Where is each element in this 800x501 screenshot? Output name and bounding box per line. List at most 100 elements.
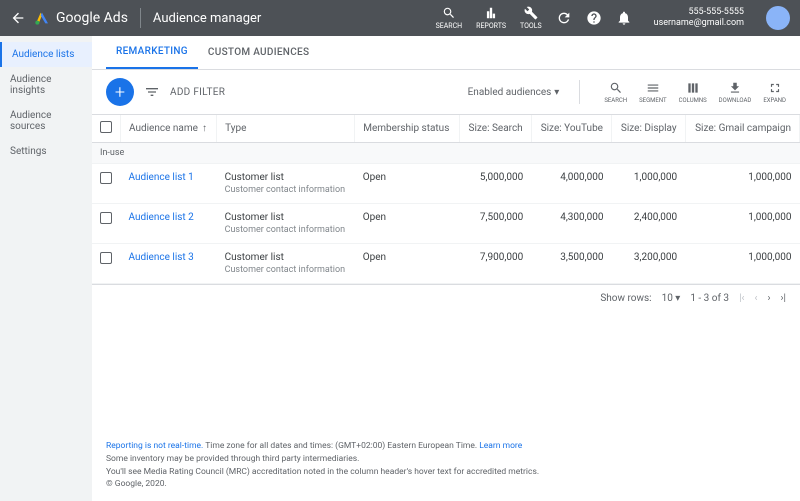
header-tools-button[interactable]: TOOLS bbox=[520, 6, 542, 30]
header-search-button[interactable]: SEARCH bbox=[436, 6, 463, 30]
divider bbox=[140, 8, 141, 28]
size-gmail-cell: 1,000,000 bbox=[685, 244, 799, 284]
type-sub: Customer contact information bbox=[225, 265, 347, 275]
account-email: username@gmail.com bbox=[654, 18, 744, 29]
size-display-cell: 1,000,000 bbox=[611, 164, 685, 204]
size-gmail-cell: 1,000,000 bbox=[685, 204, 799, 244]
toolbar-columns-button[interactable]: COLUMNS bbox=[679, 81, 707, 104]
section-row: In-use bbox=[92, 143, 800, 164]
audience-name-link[interactable]: Audience list 2 bbox=[129, 212, 194, 223]
sidebar-item-audience-insights[interactable]: Audience insights bbox=[0, 67, 92, 103]
refresh-icon bbox=[556, 10, 572, 26]
tab-remarketing[interactable]: REMARKETING bbox=[106, 36, 198, 69]
search-icon bbox=[609, 81, 623, 95]
refresh-button[interactable] bbox=[556, 10, 572, 26]
size-display-cell: 2,400,000 bbox=[611, 204, 685, 244]
table-row: Audience list 2 Customer list Customer con… bbox=[92, 204, 800, 244]
col-gmail[interactable]: Size: Gmail campaign bbox=[685, 115, 799, 143]
col-type[interactable]: Type bbox=[217, 115, 355, 143]
enabled-audiences-dropdown[interactable]: Enabled audiences▾ bbox=[468, 87, 560, 98]
product-logo[interactable]: Google Ads bbox=[34, 10, 128, 26]
columns-icon bbox=[686, 81, 700, 95]
expand-icon bbox=[768, 81, 782, 95]
col-youtube[interactable]: Size: YouTube bbox=[531, 115, 611, 143]
select-all-checkbox[interactable] bbox=[100, 121, 112, 133]
size-gmail-cell: 1,000,000 bbox=[685, 164, 799, 204]
footer: Reporting is not real-time. Time zone fo… bbox=[92, 430, 800, 501]
add-button[interactable]: + bbox=[106, 78, 134, 106]
chevron-down-icon: ▾ bbox=[554, 87, 559, 98]
col-name[interactable]: Audience name↑ bbox=[121, 115, 217, 143]
learn-more-link[interactable]: Learn more bbox=[479, 441, 522, 451]
type-sub: Customer contact information bbox=[225, 185, 347, 195]
filter-icon bbox=[144, 84, 160, 100]
sidebar-item-audience-sources[interactable]: Audience sources bbox=[0, 103, 92, 139]
divider bbox=[579, 80, 580, 104]
footer-line-2: Some inventory may be provided through t… bbox=[106, 453, 786, 466]
segment-icon bbox=[646, 81, 660, 95]
toolbar-segment-button[interactable]: SEGMENT bbox=[639, 81, 666, 104]
footer-line-3: You'll see Media Rating Council (MRC) ac… bbox=[106, 466, 786, 479]
type-main: Customer list bbox=[225, 252, 347, 263]
row-checkbox[interactable] bbox=[100, 212, 112, 224]
audience-table: Audience name↑ Type Membership status Si… bbox=[92, 115, 800, 284]
tabs: REMARKETING CUSTOM AUDIENCES bbox=[92, 36, 800, 70]
size-youtube-cell: 3,500,000 bbox=[531, 244, 611, 284]
type-sub: Customer contact information bbox=[225, 225, 347, 235]
back-arrow-icon[interactable] bbox=[10, 10, 26, 26]
table-header: Audience name↑ Type Membership status Si… bbox=[92, 115, 800, 143]
help-button[interactable] bbox=[586, 10, 602, 26]
first-page-button[interactable]: |‹ bbox=[739, 293, 744, 304]
pagination: Show rows: 10 ▾ 1 - 3 of 3 |‹ ‹ › ›| bbox=[92, 284, 800, 312]
next-page-button[interactable]: › bbox=[768, 293, 771, 304]
google-ads-icon bbox=[34, 10, 50, 26]
toolbar-expand-button[interactable]: EXPAND bbox=[763, 81, 786, 104]
page-range: 1 - 3 of 3 bbox=[690, 293, 729, 304]
type-main: Customer list bbox=[225, 212, 347, 223]
status-cell: Open bbox=[355, 204, 459, 244]
size-search-cell: 7,500,000 bbox=[459, 204, 531, 244]
audience-name-link[interactable]: Audience list 3 bbox=[129, 252, 194, 263]
sort-arrow-icon: ↑ bbox=[202, 123, 207, 134]
prev-page-button[interactable]: ‹ bbox=[755, 293, 758, 304]
type-main: Customer list bbox=[225, 172, 347, 183]
header-reports-button[interactable]: REPORTS bbox=[476, 6, 506, 30]
reporting-realtime-link[interactable]: Reporting is not real-time. bbox=[106, 441, 203, 451]
tab-custom-audiences[interactable]: CUSTOM AUDIENCES bbox=[198, 36, 319, 69]
size-search-cell: 7,900,000 bbox=[459, 244, 531, 284]
col-search[interactable]: Size: Search bbox=[459, 115, 531, 143]
size-display-cell: 3,200,000 bbox=[611, 244, 685, 284]
audience-name-link[interactable]: Audience list 1 bbox=[129, 172, 194, 183]
col-display[interactable]: Size: Display bbox=[611, 115, 685, 143]
tools-icon bbox=[524, 6, 538, 20]
rows-per-page-dropdown[interactable]: 10 ▾ bbox=[662, 293, 681, 304]
size-search-cell: 5,000,000 bbox=[459, 164, 531, 204]
account-info[interactable]: 555-555-5555 username@gmail.com bbox=[654, 7, 744, 29]
search-icon bbox=[442, 6, 456, 20]
toolbar-search-button[interactable]: SEARCH bbox=[604, 81, 627, 104]
show-rows-label: Show rows: bbox=[600, 293, 651, 304]
notifications-button[interactable] bbox=[616, 10, 632, 26]
top-bar: Google Ads Audience manager SEARCH REPOR… bbox=[0, 0, 800, 36]
col-status[interactable]: Membership status bbox=[355, 115, 459, 143]
last-page-button[interactable]: ›| bbox=[781, 293, 786, 304]
status-cell: Open bbox=[355, 244, 459, 284]
add-filter-label[interactable]: ADD FILTER bbox=[170, 87, 225, 98]
avatar[interactable] bbox=[766, 6, 790, 30]
sidebar-item-settings[interactable]: Settings bbox=[0, 139, 92, 164]
toolbar-download-button[interactable]: DOWNLOAD bbox=[719, 81, 752, 104]
sidebar-item-audience-lists[interactable]: Audience lists bbox=[0, 42, 92, 67]
bell-icon bbox=[616, 10, 632, 26]
plus-icon: + bbox=[115, 82, 125, 103]
table-row: Audience list 3 Customer list Customer con… bbox=[92, 244, 800, 284]
download-icon bbox=[728, 81, 742, 95]
table-row: Audience list 1 Customer list Customer con… bbox=[92, 164, 800, 204]
account-phone: 555-555-5555 bbox=[654, 7, 744, 18]
filter-button[interactable] bbox=[144, 84, 160, 100]
status-cell: Open bbox=[355, 164, 459, 204]
size-youtube-cell: 4,300,000 bbox=[531, 204, 611, 244]
row-checkbox[interactable] bbox=[100, 172, 112, 184]
footer-copyright: © Google, 2020. bbox=[106, 478, 786, 491]
row-checkbox[interactable] bbox=[100, 252, 112, 264]
reports-icon bbox=[484, 6, 498, 20]
